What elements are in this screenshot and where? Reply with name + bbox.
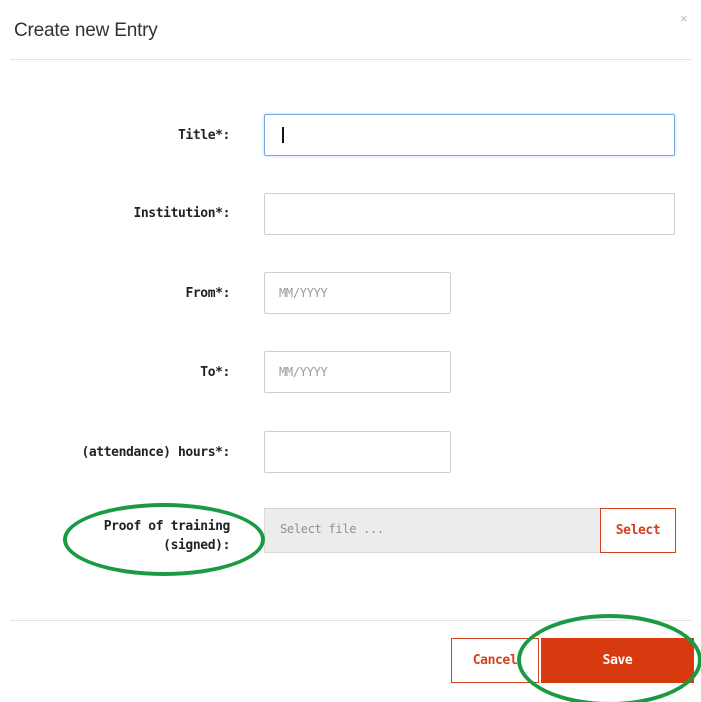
text-cursor xyxy=(282,127,284,143)
title-input[interactable] xyxy=(264,114,675,156)
create-entry-modal: Create new Entry × Title*: Institution*:… xyxy=(0,0,701,702)
hours-label: (attendance) hours*: xyxy=(81,445,230,460)
file-display-field[interactable]: Select file ... xyxy=(264,508,601,553)
select-file-button[interactable]: Select xyxy=(600,508,676,553)
institution-label: Institution*: xyxy=(133,206,230,221)
proof-label-line1: Proof of training xyxy=(103,519,231,534)
to-label: To*: xyxy=(200,365,230,380)
close-icon[interactable]: × xyxy=(680,12,688,25)
modal-title: Create new Entry xyxy=(14,20,158,41)
institution-input[interactable] xyxy=(264,193,675,235)
to-date-input[interactable] xyxy=(264,351,451,393)
footer-divider xyxy=(10,620,691,621)
hours-input[interactable] xyxy=(264,431,451,473)
from-label: From*: xyxy=(185,286,230,301)
from-date-input[interactable] xyxy=(264,272,451,314)
cancel-button[interactable]: Cancel xyxy=(451,638,539,683)
header-divider xyxy=(10,59,691,60)
proof-label: Proof of training (signed): xyxy=(60,517,231,555)
save-button[interactable]: Save xyxy=(541,638,694,683)
proof-label-line2: (signed): xyxy=(163,538,230,553)
title-label: Title*: xyxy=(178,128,230,143)
